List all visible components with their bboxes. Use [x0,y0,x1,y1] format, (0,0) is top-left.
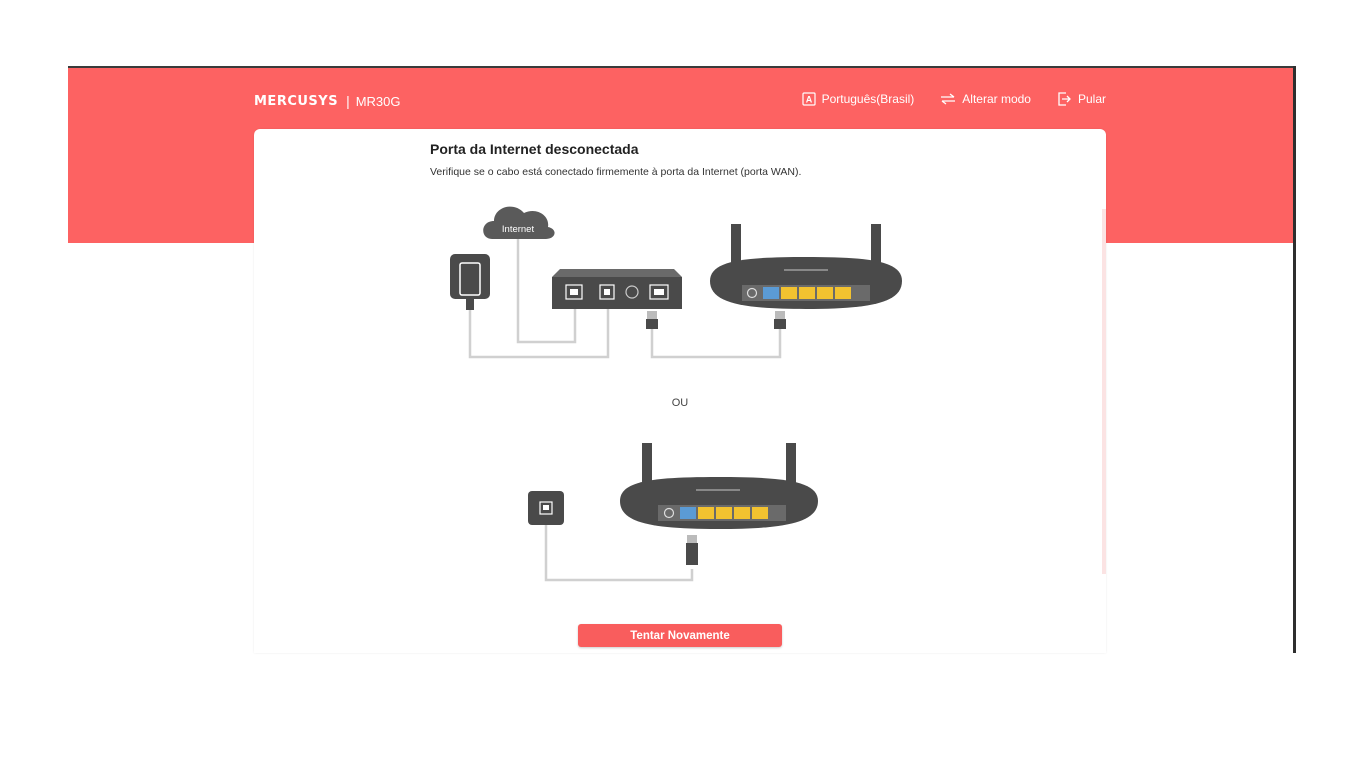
card-scrollbar[interactable] [1102,209,1106,574]
internet-cloud-icon: Internet [483,206,555,239]
router-icon [620,443,818,529]
brand: MERCUSYS | MR30G [254,93,401,109]
skip-label: Pular [1077,92,1106,106]
wall-jack-icon [528,491,564,525]
exit-icon [1058,92,1071,106]
modem-icon [552,269,682,309]
setup-card: Porta da Internet desconectada Verifique… [254,129,1106,653]
language-selector[interactable]: A Português(Brasil) [801,92,915,106]
retry-button[interactable]: Tentar Novamente [578,624,782,647]
ethernet-plug-icon [686,535,698,565]
page-subtitle: Verifique se o cabo está conectado firme… [430,166,802,178]
skip-button[interactable]: Pular [1057,92,1106,106]
svg-text:A: A [805,95,812,105]
modem-connection-diagram: Internet [450,206,902,359]
cloud-label: Internet [502,224,535,235]
power-adapter-icon [450,254,490,310]
page-title: Porta da Internet desconectada [430,141,639,157]
ethernet-plug-icon [646,311,658,329]
router-icon [710,224,902,309]
page: MERCUSYS | MR30G A Português(Brasil) Alt… [0,0,1366,768]
language-label: Português(Brasil) [821,92,915,106]
switch-mode-icon [941,93,956,105]
model-name: MR30G [355,93,401,109]
header-actions: A Português(Brasil) Alterar modo Pular [801,92,1106,106]
brand-separator: | [346,93,350,109]
or-separator: OU [671,397,689,409]
brand-logo: MERCUSYS [254,93,339,109]
change-mode-button[interactable]: Alterar modo [940,92,1031,106]
language-icon: A [801,92,816,106]
wall-jack-connection-diagram [528,443,818,582]
change-mode-label: Alterar modo [962,92,1031,106]
right-border [1293,66,1296,653]
